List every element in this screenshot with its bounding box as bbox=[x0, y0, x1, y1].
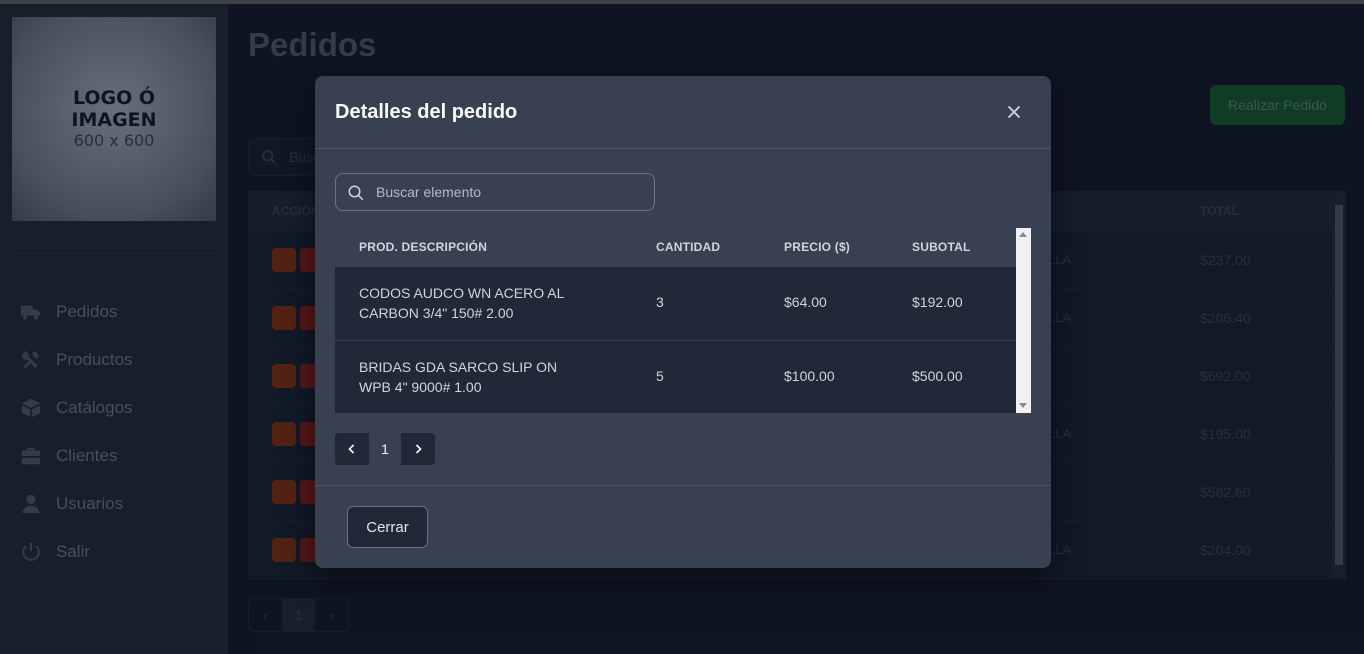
order-details-modal: Detalles del pedido PROD. DESCRIPCIÓN CA… bbox=[315, 76, 1051, 568]
item-subtotal: $192.00 bbox=[912, 294, 963, 310]
chevron-left-icon bbox=[348, 444, 355, 454]
scroll-up-arrow-icon[interactable] bbox=[1019, 232, 1027, 237]
search-icon bbox=[348, 185, 364, 201]
item-price: $100.00 bbox=[784, 368, 835, 384]
item-price: $64.00 bbox=[784, 294, 827, 310]
column-header-descripcion: PROD. DESCRIPCIÓN bbox=[359, 240, 488, 254]
modal-footer-divider bbox=[315, 485, 1051, 486]
order-items-table: PROD. DESCRIPCIÓN CANTIDAD PRECIO ($) SU… bbox=[335, 228, 1031, 413]
close-button[interactable]: Cerrar bbox=[347, 506, 428, 548]
items-table-scrollbar[interactable] bbox=[1016, 228, 1031, 413]
item-quantity: 5 bbox=[656, 368, 664, 384]
modal-header-divider bbox=[315, 148, 1051, 149]
modal-title: Detalles del pedido bbox=[335, 101, 518, 123]
prev-page-button[interactable] bbox=[335, 433, 369, 465]
item-search-input[interactable] bbox=[376, 174, 646, 210]
item-search-field[interactable] bbox=[335, 173, 655, 211]
current-page: 1 bbox=[369, 433, 401, 465]
item-quantity: 3 bbox=[656, 294, 664, 310]
table-row: BRIDAS GDA SARCO SLIP ON WPB 4" 9000# 1.… bbox=[335, 341, 1016, 413]
column-header-cantidad: CANTIDAD bbox=[656, 240, 721, 254]
order-items-header: PROD. DESCRIPCIÓN CANTIDAD PRECIO ($) SU… bbox=[335, 228, 1016, 267]
chevron-right-icon bbox=[415, 444, 422, 454]
table-row: CODOS AUDCO WN ACERO AL CARBON 3/4" 150#… bbox=[335, 267, 1016, 339]
scroll-down-arrow-icon[interactable] bbox=[1019, 403, 1027, 408]
column-header-subtotal: SUBOTAL bbox=[912, 240, 971, 254]
close-icon[interactable] bbox=[1003, 101, 1025, 123]
next-page-button[interactable] bbox=[401, 433, 435, 465]
items-pagination: 1 bbox=[335, 433, 435, 465]
item-description: CODOS AUDCO WN ACERO AL CARBON 3/4" 150#… bbox=[359, 285, 564, 321]
item-subtotal: $500.00 bbox=[912, 368, 963, 384]
column-header-precio: PRECIO ($) bbox=[784, 240, 851, 254]
item-description: BRIDAS GDA SARCO SLIP ON WPB 4" 9000# 1.… bbox=[359, 359, 558, 395]
